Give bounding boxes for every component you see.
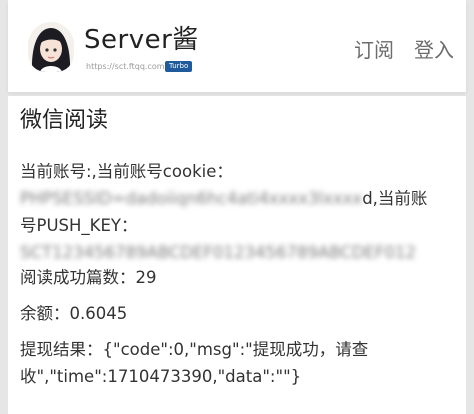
account-line: 号PUSH_KEY：: [20, 216, 138, 235]
account-info: 当前账号:,当前账号cookie： PHPSESSID=dadoiiqn6hc4…: [20, 158, 460, 266]
read-count: 阅读成功篇数：29: [20, 268, 157, 287]
brand-name[interactable]: Server酱: [84, 24, 199, 56]
balance: 余额：0.6045: [20, 304, 128, 323]
nav-subscribe-link[interactable]: 订阅: [354, 37, 394, 63]
withdraw-result: 提现结果：{"code":0,"msg":"提现成功，请查 收","time":…: [20, 336, 460, 390]
account-line: PHPSESSID=dadoiiqn6hc4ati4xxxx3lxxxxd,当前…: [20, 185, 460, 212]
brand-badge: Turbo: [165, 61, 193, 72]
withdraw-line: 收","time":1710473390,"data":""}: [20, 367, 302, 386]
brand-url: https://sct.ftqq.com: [86, 62, 165, 71]
top-nav: 订阅 登入: [354, 37, 454, 63]
account-line: 当前账号:,当前账号cookie：: [20, 162, 233, 181]
account-line-tail: d,当前账: [362, 189, 428, 208]
redacted-cookie: PHPSESSID=dadoiiqn6hc4ati4xxxx3lxxxx: [20, 189, 363, 208]
redacted-push-key: SCT123456789ABCDEF0123456789ABCDEF012: [20, 243, 416, 262]
site-header: Server酱 https://sct.ftqq.com Turbo 订阅 登入: [8, 0, 466, 92]
avatar[interactable]: [28, 22, 74, 72]
nav-login-link[interactable]: 登入: [414, 37, 454, 63]
message-content: 微信阅读 当前账号:,当前账号cookie： PHPSESSID=dadoiiq…: [8, 96, 466, 414]
withdraw-line: 提现结果：{"code":0,"msg":"提现成功，请查: [20, 340, 369, 359]
page-title: 微信阅读: [20, 108, 109, 133]
